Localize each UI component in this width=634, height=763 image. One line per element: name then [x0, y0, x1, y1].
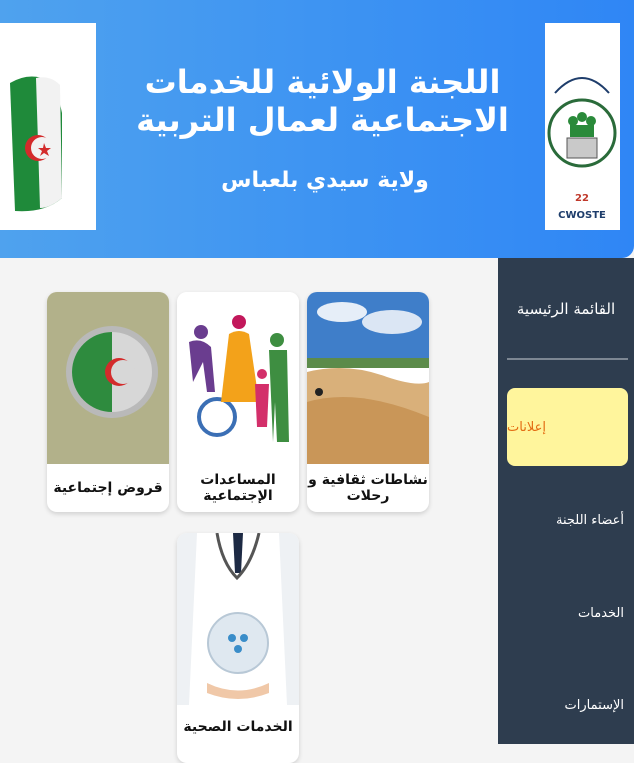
- card-label: المساعدات الإجتماعية: [200, 472, 276, 504]
- desert-image: [307, 292, 429, 464]
- card-label: نشاطات ثقافية و رحلات: [308, 472, 428, 504]
- page-title: اللجنة الولائية للخدمات الاجتماعية لعمال…: [136, 63, 509, 139]
- card-social-aid[interactable]: المساعدات الإجتماعية: [177, 292, 299, 512]
- sidebar: القائمة الرئيسية إعلانات أعضاء اللجنة ال…: [498, 258, 634, 744]
- sidebar-item-label: الإستمارات: [564, 698, 624, 713]
- card-social-loans[interactable]: قروض إجتماعية: [47, 292, 169, 512]
- cwoste-logo: 22 CWOSTE: [545, 23, 620, 230]
- sidebar-title: القائمة الرئيسية: [516, 300, 616, 318]
- family-image: [177, 292, 299, 464]
- card-health-services[interactable]: الخدمات الصحية: [177, 533, 299, 763]
- sidebar-item-forms[interactable]: الإستمارات: [498, 698, 634, 713]
- sidebar-item-committee-members[interactable]: أعضاء اللجنة: [498, 513, 634, 528]
- doctor-image: [177, 533, 299, 705]
- logo-number: 22: [575, 193, 589, 204]
- sidebar-item-label: إعلانات: [507, 419, 546, 435]
- card-label: قروض إجتماعية: [53, 480, 163, 496]
- card-cultural-trips[interactable]: نشاطات ثقافية و رحلات: [307, 292, 429, 512]
- sidebar-item-services[interactable]: الخدمات: [498, 606, 634, 621]
- site-header: اللجنة الولائية للخدمات الاجتماعية لعمال…: [0, 0, 634, 258]
- sidebar-divider: [507, 358, 628, 360]
- sidebar-item-label: أعضاء اللجنة: [555, 513, 624, 528]
- page-subtitle: ولاية سيدي بلعباس: [221, 168, 429, 193]
- algeria-flag-image: [0, 23, 96, 230]
- coin-money-image: [47, 292, 169, 464]
- card-label: الخدمات الصحية: [183, 719, 293, 735]
- logo-text: CWOSTE: [558, 210, 606, 221]
- sidebar-item-label: الخدمات: [578, 606, 624, 621]
- sidebar-item-announcements[interactable]: إعلانات: [507, 388, 628, 466]
